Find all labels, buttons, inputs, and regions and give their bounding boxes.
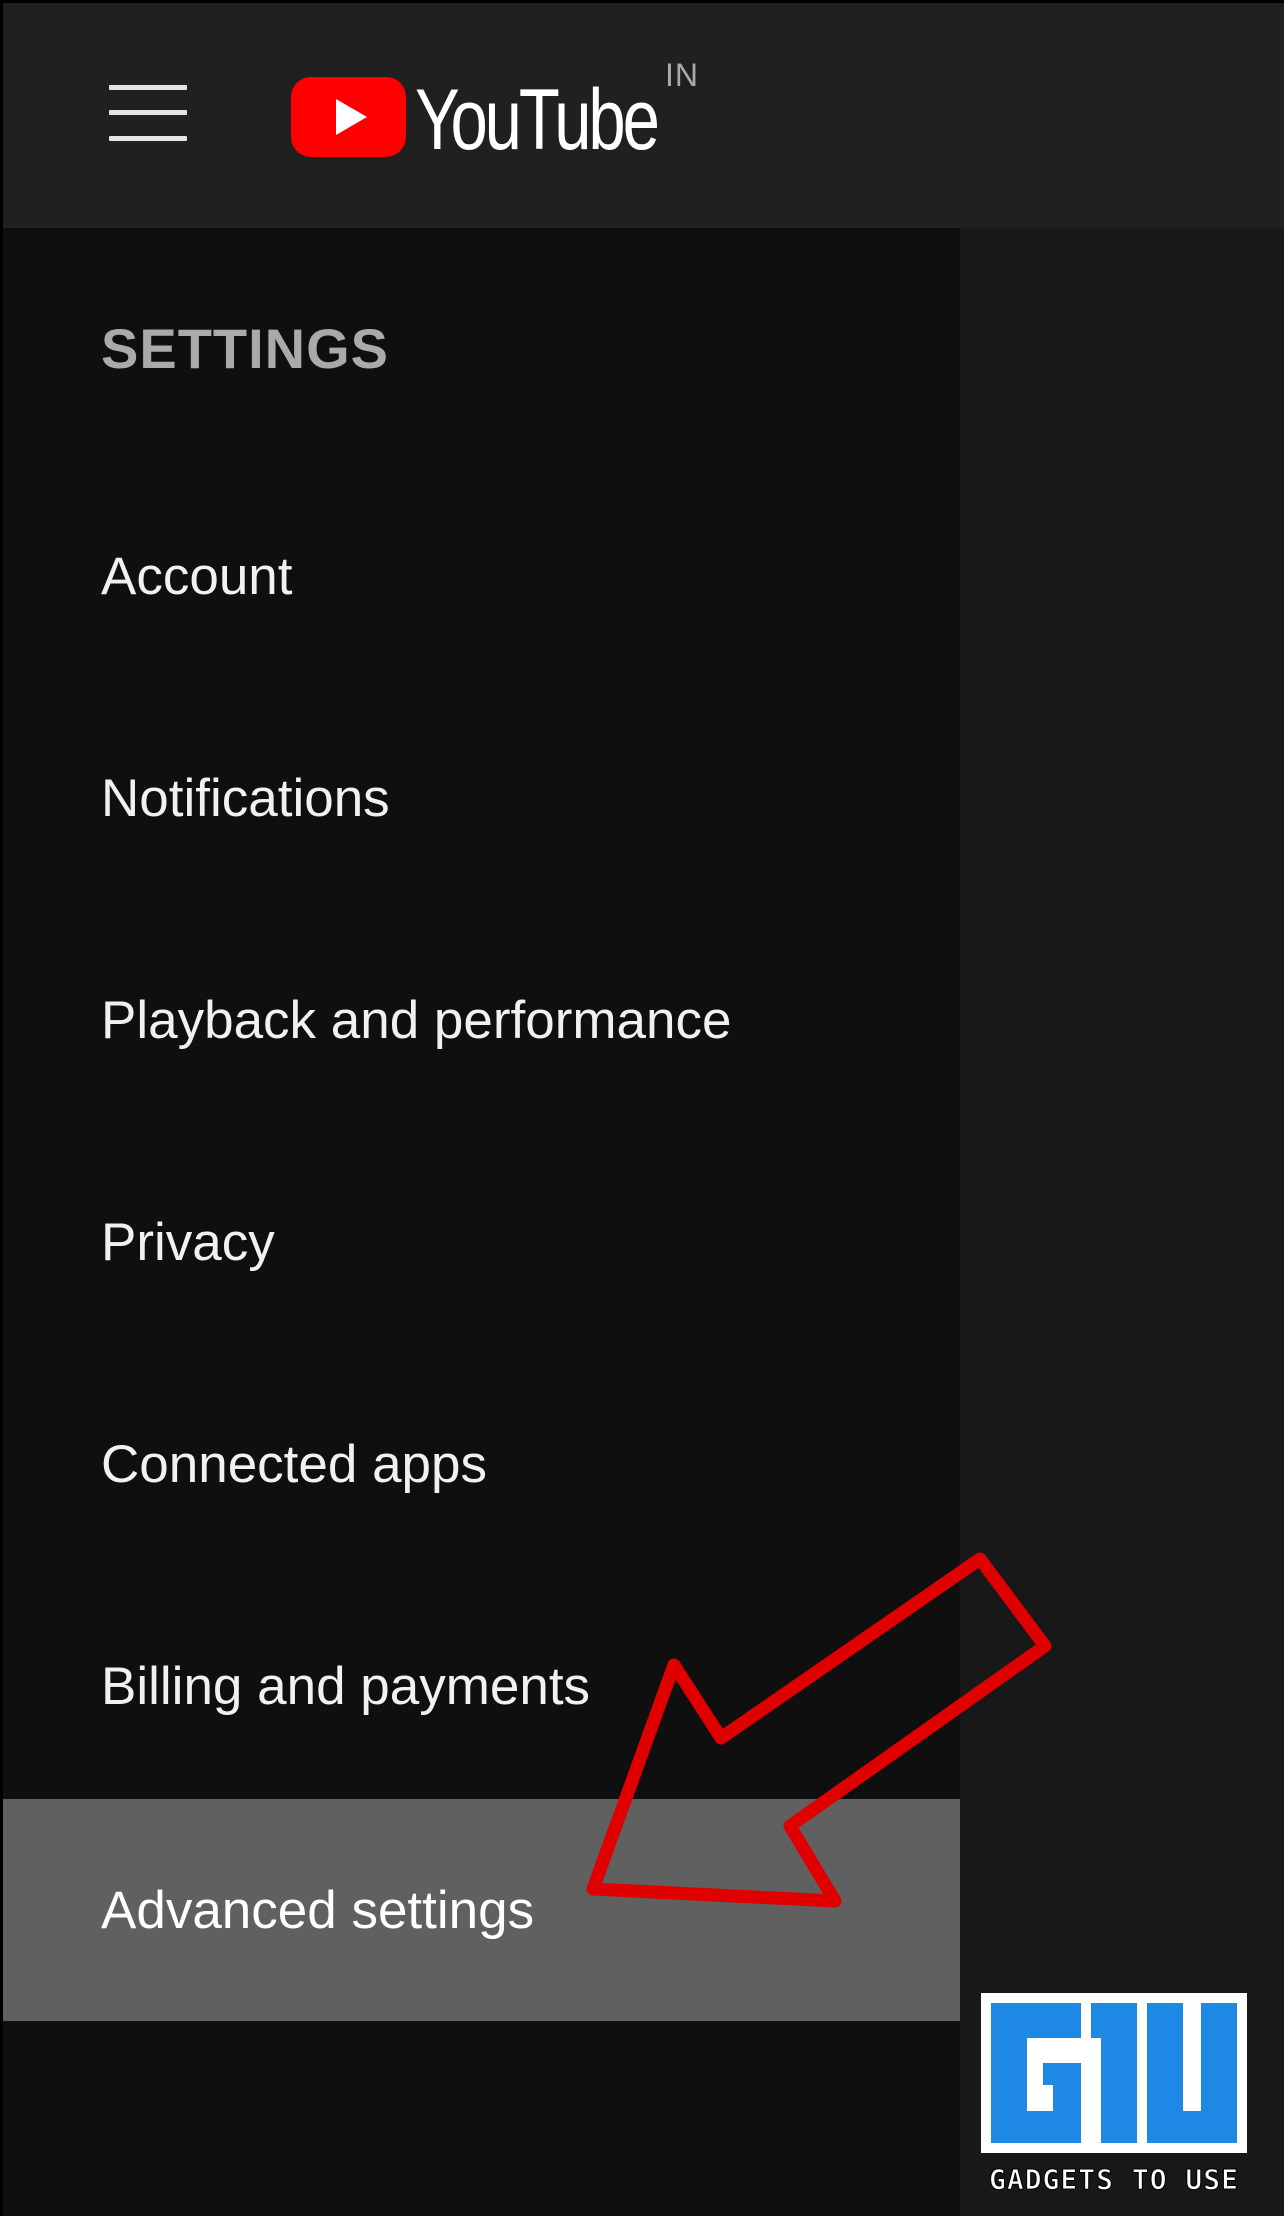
- sidebar-item-label: Billing and payments: [101, 1656, 591, 1716]
- settings-heading: SETTINGS: [101, 317, 390, 380]
- sidebar-item-label: Privacy: [101, 1212, 275, 1272]
- content-panel: [960, 228, 1284, 2216]
- sidebar-item-advanced-settings[interactable]: Advanced settings: [3, 1799, 960, 2021]
- youtube-play-icon: [291, 77, 406, 157]
- sidebar-item-account[interactable]: Account: [3, 465, 960, 687]
- sidebar-item-label: Playback and performance: [101, 990, 732, 1050]
- sidebar-item-notifications[interactable]: Notifications: [3, 687, 960, 909]
- sidebar-item-label: Advanced settings: [101, 1880, 535, 1940]
- top-bar: YouTube IN: [3, 3, 1284, 228]
- gadgets-to-use-logo: GADGETS TO USE: [969, 1993, 1259, 2197]
- watermark-text: GADGETS TO USE: [988, 2163, 1239, 2197]
- gtu-mark-icon: [981, 1993, 1247, 2153]
- sidebar-item-connected-apps[interactable]: Connected apps: [3, 1353, 960, 1575]
- sidebar-item-playback-and-performance[interactable]: Playback and performance: [3, 909, 960, 1131]
- logo-wordmark: YouTube: [415, 72, 660, 168]
- sidebar-item-label: Connected apps: [101, 1434, 488, 1494]
- settings-sidebar: SETTINGS Account Notifications Playback …: [3, 228, 960, 2216]
- app-frame: YouTube IN SETTINGS Account Notification…: [0, 0, 1284, 2216]
- country-code: IN: [665, 57, 699, 93]
- sidebar-item-privacy[interactable]: Privacy: [3, 1131, 960, 1353]
- sidebar-item-billing-and-payments[interactable]: Billing and payments: [3, 1575, 960, 1797]
- hamburger-menu-icon[interactable]: [109, 83, 187, 143]
- sidebar-item-label: Account: [101, 546, 293, 606]
- sidebar-item-label: Notifications: [101, 768, 390, 828]
